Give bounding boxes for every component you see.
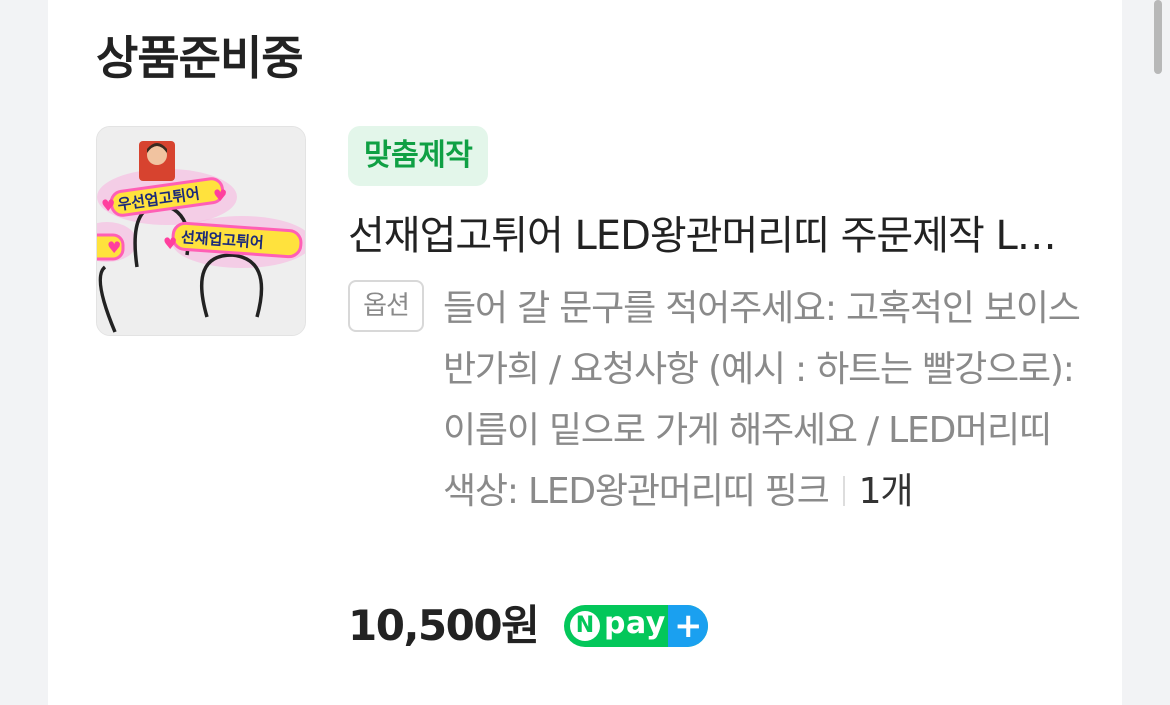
npay-n-icon: N	[570, 611, 600, 641]
option-details: 들어 갈 문구를 적어주세요: 고혹적인 보이스 반가희 / 요청사항 (예시 …	[443, 278, 1083, 522]
npay-logo: N pay +	[564, 605, 708, 647]
quantity: 1개	[858, 471, 914, 512]
product-image: 우선업고튀어 선재업고튀어 ♥ ♥ ♥ ♥	[97, 127, 305, 335]
product-title[interactable]: 선재업고튀어 LED왕관머리띠 주문제작 LED 머리띠	[348, 206, 1068, 266]
product-thumbnail[interactable]: 우선업고튀어 선재업고튀어 ♥ ♥ ♥ ♥	[96, 126, 306, 336]
separator	[842, 476, 845, 506]
custom-made-badge: 맞춤제작	[348, 126, 489, 186]
scrollbar[interactable]	[1154, 0, 1162, 74]
option-text: 들어 갈 문구를 적어주세요: 고혹적인 보이스 반가희 / 요청사항 (예시 …	[443, 288, 1081, 512]
order-status-title: 상품준비중	[96, 31, 304, 85]
svg-text:♥: ♥	[101, 196, 115, 215]
svg-text:♥: ♥	[213, 186, 227, 205]
svg-text:♥: ♥	[107, 238, 121, 257]
product-price: 10,500원	[348, 601, 540, 650]
plus-icon: +	[674, 606, 703, 646]
svg-text:♥: ♥	[163, 234, 177, 253]
option-tag: 옵션	[348, 280, 424, 332]
npay-label: pay	[604, 606, 666, 641]
